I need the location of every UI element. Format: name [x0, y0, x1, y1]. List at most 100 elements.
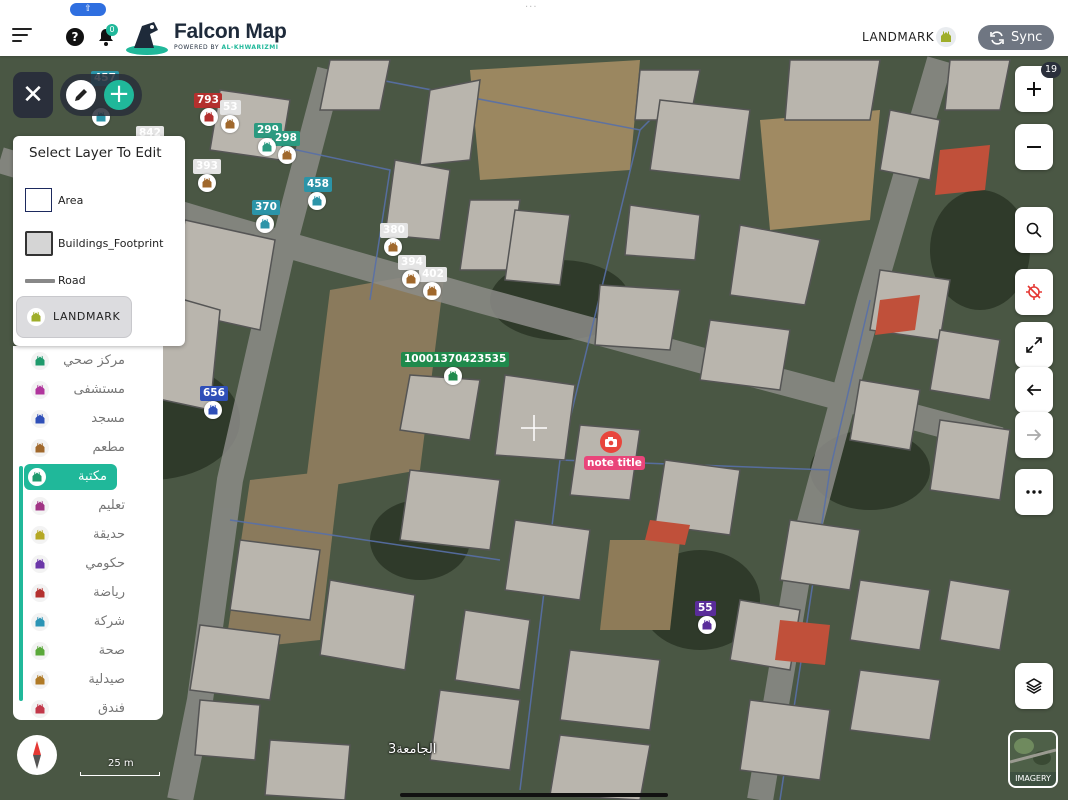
landmark-marker[interactable]: 55 — [695, 596, 716, 616]
sync-label: Sync — [1011, 30, 1043, 45]
buildings-swatch-icon — [25, 231, 53, 256]
camera-note-icon[interactable] — [600, 431, 622, 453]
landmark-category-icon — [31, 642, 49, 660]
landmark-pin-icon[interactable] — [198, 174, 216, 192]
layer-item-buildings[interactable]: Buildings_Footprint — [13, 229, 185, 259]
note-title-label[interactable]: note title — [584, 456, 645, 470]
scroll-indicator[interactable] — [19, 466, 23, 701]
fullscreen-button[interactable] — [1015, 322, 1053, 368]
powered-by: POWERED BY AL-KHWARIZMI — [174, 44, 278, 51]
layer-item-landmark[interactable]: LANDMARK — [16, 296, 132, 338]
landmark-pin-icon[interactable] — [698, 616, 716, 634]
landmark-pin-icon[interactable] — [402, 270, 420, 288]
category-label: مستشفى — [73, 382, 126, 397]
pencil-icon[interactable] — [66, 80, 96, 110]
redo-button[interactable] — [1015, 412, 1053, 458]
landmark-category-icon — [31, 584, 49, 602]
status-pill: ⇧ — [70, 3, 106, 16]
category-item[interactable]: حكومي — [27, 551, 143, 577]
category-item[interactable]: صيدلية — [27, 667, 143, 693]
search-button[interactable] — [1015, 207, 1053, 253]
powered-by-brand: AL-KHWARIZMI — [221, 44, 279, 51]
help-icon[interactable]: ? — [66, 28, 84, 46]
category-item[interactable]: صحة — [27, 638, 143, 664]
landmark-marker[interactable]: 10001370423535 — [401, 347, 510, 367]
add-feature-button[interactable]: + — [104, 80, 134, 110]
landmark-marker[interactable]: 53 — [220, 95, 241, 115]
marker-label: 393 — [193, 159, 221, 174]
category-label: شركة — [93, 614, 125, 629]
top-bar: ⇧ ··· ? 0 Falcon Map POWERED BY AL-KHWAR… — [0, 0, 1068, 56]
category-item[interactable]: مكتبة — [24, 464, 117, 490]
road-swatch-icon — [25, 279, 55, 283]
category-item[interactable]: شركة — [27, 609, 143, 635]
window-grabber[interactable]: ··· — [525, 3, 543, 13]
marker-label: 793 — [194, 93, 222, 108]
landmark-marker[interactable]: 656 — [200, 381, 228, 401]
undo-button[interactable] — [1015, 367, 1053, 413]
landmark-category-icon — [31, 700, 49, 718]
landmark-pin-icon[interactable] — [204, 401, 222, 419]
more-options-button[interactable] — [1015, 469, 1053, 515]
sync-button[interactable]: Sync — [978, 25, 1054, 50]
category-item[interactable]: رياضة — [27, 580, 143, 606]
layers-button[interactable] — [1015, 663, 1053, 709]
marker-label: 370 — [252, 200, 280, 215]
landmark-category-icon — [31, 381, 49, 399]
category-item[interactable]: حديقة — [27, 522, 143, 548]
app-title: Falcon Map — [174, 20, 287, 43]
category-item[interactable]: مطعم — [27, 435, 143, 461]
landmark-pin-icon[interactable] — [444, 367, 462, 385]
category-label: صيدلية — [88, 672, 125, 687]
landmark-pin-icon[interactable] — [200, 108, 218, 126]
compass-icon[interactable] — [17, 735, 57, 775]
menu-button[interactable] — [12, 28, 32, 46]
landmark-marker[interactable]: 458 — [304, 172, 332, 192]
landmark-marker[interactable]: 298 — [272, 126, 300, 146]
landmark-marker[interactable]: 793 — [194, 88, 222, 108]
category-label: حكومي — [85, 556, 125, 571]
landmark-marker[interactable]: 402 — [419, 262, 447, 282]
location-off-button[interactable] — [1015, 269, 1053, 315]
more-icon — [1026, 490, 1042, 494]
layer-panel: Select Layer To Edit Area Buildings_Foot… — [13, 136, 185, 346]
category-label: حديقة — [92, 527, 125, 542]
landmark-pin-icon[interactable] — [278, 146, 296, 164]
imagery-label: IMAGERY — [1015, 774, 1051, 783]
close-button[interactable]: ✕ — [13, 72, 53, 118]
marker-label: 656 — [200, 386, 228, 401]
category-label: مطعم — [92, 440, 125, 455]
landmark-marker[interactable]: 370 — [252, 195, 280, 215]
category-label: فندق — [97, 701, 125, 716]
layers-icon — [1025, 678, 1043, 694]
zoom-out-button[interactable] — [1015, 124, 1053, 170]
imagery-toggle-button[interactable]: IMAGERY — [1008, 730, 1058, 788]
landmark-pin-icon[interactable] — [384, 238, 402, 256]
category-label: رياضة — [93, 585, 125, 600]
sync-icon — [990, 31, 1004, 45]
category-item[interactable]: مستشفى — [27, 377, 143, 403]
marker-label: 55 — [695, 601, 716, 616]
category-list: مركز صحي مستشفى مسجد مطعم مكتبة تعليم حديقة حكو… — [13, 346, 163, 720]
layer-item-road[interactable]: Road — [13, 266, 185, 296]
street-label: الجامعة3 — [388, 742, 437, 757]
landmark-marker[interactable]: 393 — [193, 154, 221, 174]
scale-line — [80, 772, 160, 776]
marker-label: 298 — [272, 131, 300, 146]
category-item[interactable]: مسجد — [27, 406, 143, 432]
category-item[interactable]: فندق — [27, 696, 143, 722]
category-item[interactable]: مركز صحي — [27, 348, 143, 374]
marker-label: 53 — [220, 100, 241, 115]
layer-label: LANDMARK — [53, 310, 121, 323]
landmark-pin-icon[interactable] — [308, 192, 326, 210]
marker-label: 10001370423535 — [401, 352, 510, 367]
category-item[interactable]: تعليم — [27, 493, 143, 519]
landmark-pin-icon[interactable] — [256, 215, 274, 233]
landmark-marker[interactable]: 380 — [380, 218, 408, 238]
landmark-pin-icon[interactable] — [258, 138, 276, 156]
landmark-pin-icon[interactable] — [221, 115, 239, 133]
layer-item-area[interactable]: Area — [13, 186, 185, 216]
arrow-left-icon — [1026, 384, 1041, 396]
landmark-pin-icon[interactable] — [423, 282, 441, 300]
scale-label: 25 m — [108, 758, 134, 769]
